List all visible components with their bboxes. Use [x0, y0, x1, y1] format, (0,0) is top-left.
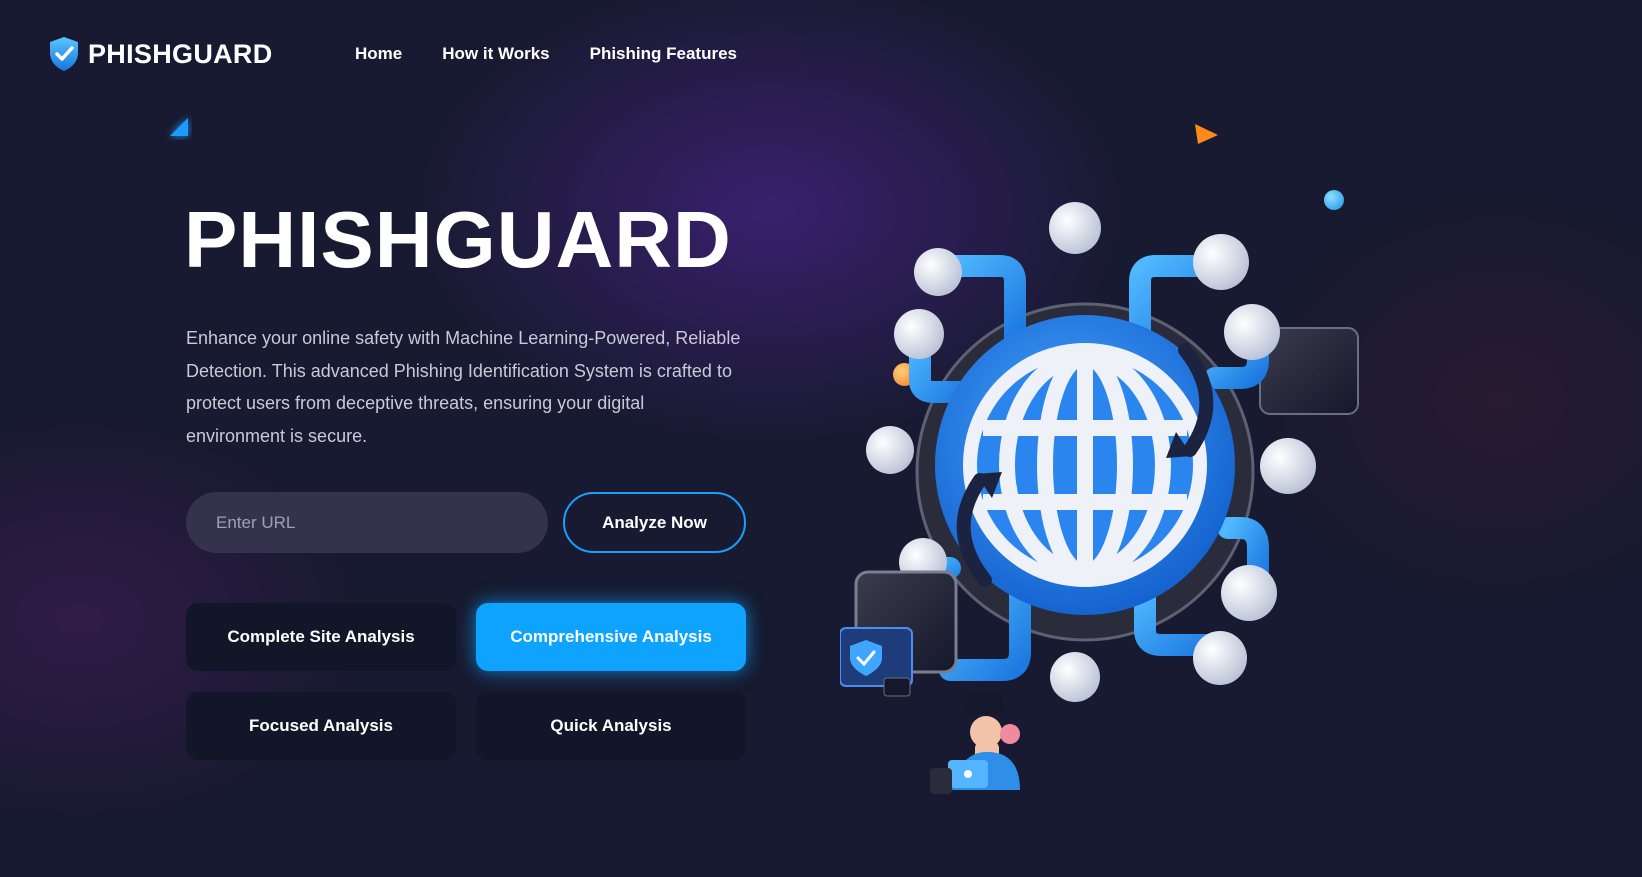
shield-window-icon	[840, 570, 958, 697]
url-input[interactable]	[186, 492, 548, 553]
nav-home[interactable]: Home	[355, 44, 402, 64]
globe-network-illustration	[840, 202, 1359, 794]
complete-site-analysis-button[interactable]: Complete Site Analysis	[186, 603, 456, 671]
main-nav: Home How it Works Phishing Features	[355, 44, 737, 64]
globe-icon	[935, 315, 1235, 615]
brand-name: PHISHGUARD	[88, 38, 273, 69]
shield-check-icon	[50, 37, 78, 71]
blue-triangle-icon	[170, 118, 188, 136]
hero-title: PHISHGUARD	[184, 195, 732, 284]
analyze-now-button[interactable]: Analyze Now	[563, 492, 746, 553]
quick-analysis-button[interactable]: Quick Analysis	[476, 692, 746, 760]
focused-analysis-button[interactable]: Focused Analysis	[186, 692, 456, 760]
nav-how-it-works[interactable]: How it Works	[442, 44, 549, 64]
brand-logo[interactable]: PHISHGUARD	[48, 36, 273, 72]
hero-description: Enhance your online safety with Machine …	[186, 328, 741, 446]
hacker-icon	[930, 694, 1020, 794]
nav-phishing-features[interactable]: Phishing Features	[590, 44, 737, 64]
comprehensive-analysis-button[interactable]: Comprehensive Analysis	[476, 603, 746, 671]
